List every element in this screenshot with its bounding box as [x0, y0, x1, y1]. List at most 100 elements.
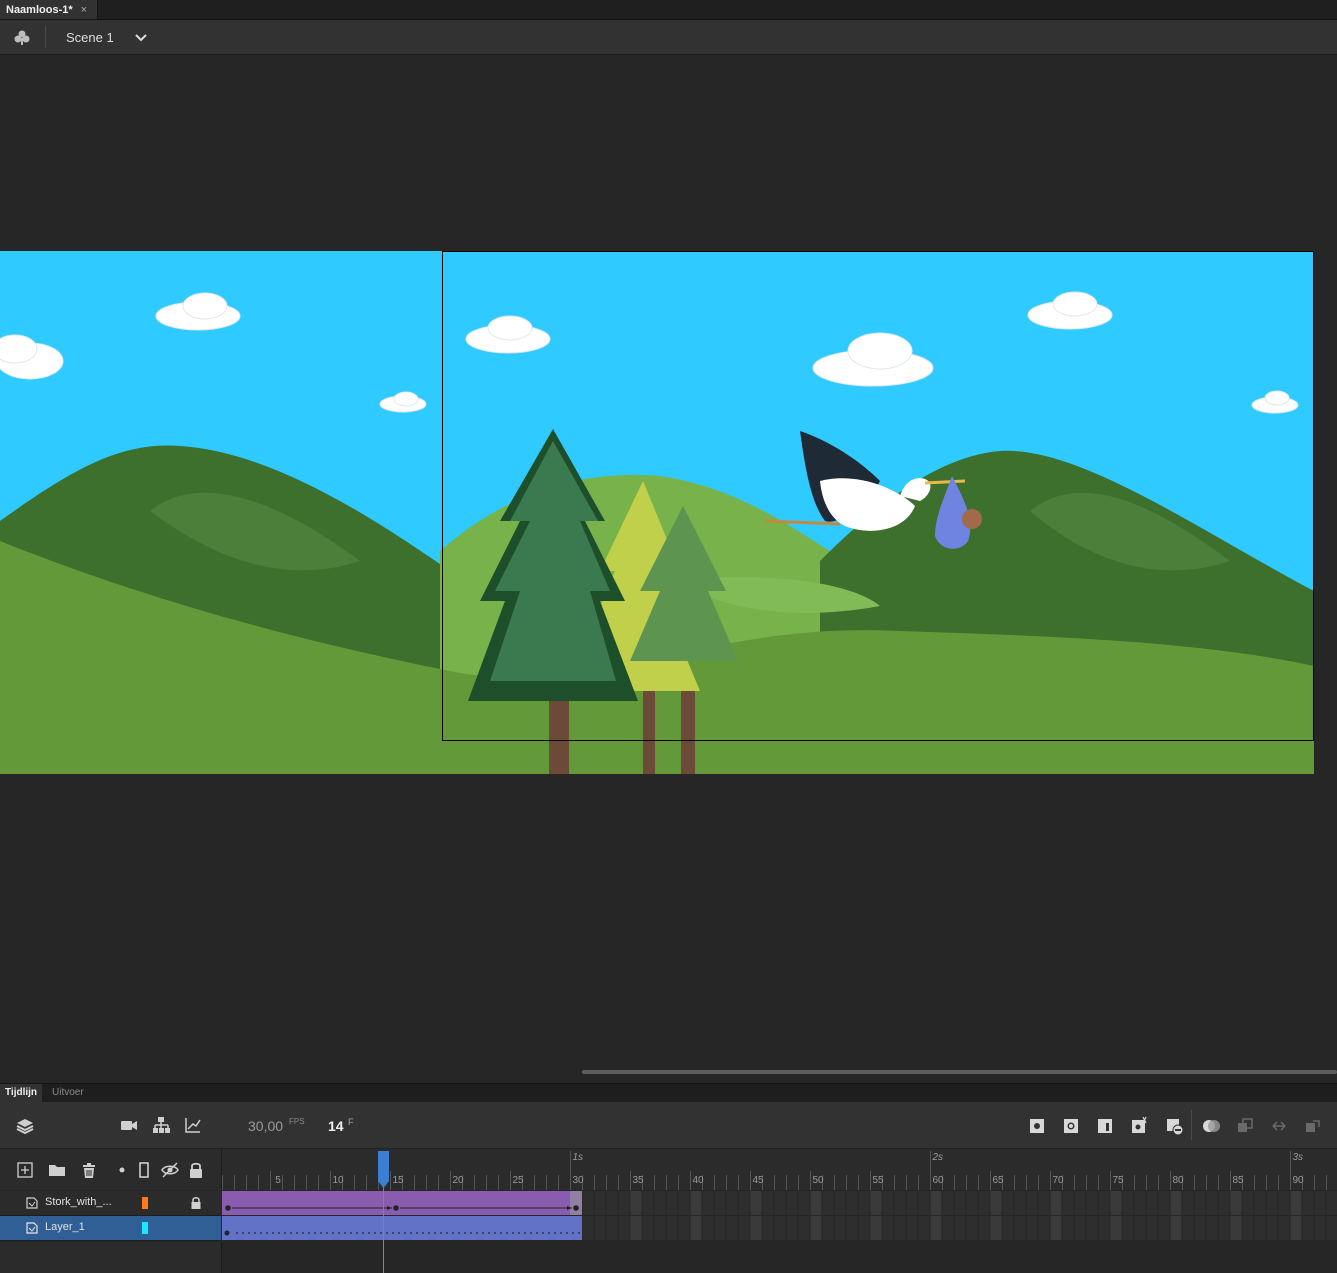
frame-dot — [488, 1232, 490, 1234]
frame-dot — [470, 1232, 472, 1234]
ruler-frame-label: 35 — [632, 1175, 644, 1186]
frame-dot — [314, 1232, 316, 1234]
ruler-frame-label: 5 — [275, 1175, 281, 1186]
ruler-second-label: 2s — [932, 1152, 944, 1163]
layer-header — [0, 1149, 222, 1190]
ruler-frame-label: 80 — [1172, 1175, 1184, 1186]
scene-clubs-icon[interactable] — [12, 28, 32, 48]
ruler-frame-label: 25 — [512, 1175, 524, 1186]
frame-dot — [278, 1232, 280, 1234]
layer-name[interactable]: Layer_1 — [45, 1221, 85, 1233]
stage-canvas[interactable] — [0, 251, 1314, 774]
ruler-frame-label: 20 — [452, 1175, 464, 1186]
frame-dot — [578, 1232, 580, 1234]
frame-dot — [434, 1232, 436, 1234]
ruler-frame-label: 40 — [692, 1175, 704, 1186]
current-frame-value[interactable]: 14 — [328, 1118, 344, 1134]
playhead-line — [383, 1186, 384, 1273]
stage-horizontal-scrollbar[interactable] — [582, 1070, 1337, 1074]
frame-dot — [386, 1232, 388, 1234]
frame-dot — [254, 1232, 256, 1234]
frame-dot — [530, 1232, 532, 1234]
layer-row-layer-1[interactable]: Layer_1 — [0, 1216, 221, 1241]
tab-output[interactable]: Uitvoer — [47, 1084, 89, 1102]
remove-frame-icon[interactable] — [1164, 1116, 1184, 1136]
layer-color-swatch[interactable] — [142, 1197, 148, 1209]
insert-blank-keyframe-icon[interactable] — [1061, 1116, 1081, 1136]
layer-parenting-icon[interactable] — [151, 1115, 171, 1135]
lock-icon[interactable] — [190, 1196, 202, 1210]
tab-timeline[interactable]: Tijdlijn — [0, 1084, 43, 1102]
layer-name[interactable]: Stork_with_... — [45, 1196, 112, 1208]
onion-skin-icon[interactable] — [1201, 1116, 1221, 1136]
frame-dot — [338, 1232, 340, 1234]
graph-icon[interactable] — [183, 1115, 203, 1135]
panel-tab-bar: Tijdlijn Uitvoer — [0, 1083, 1337, 1102]
frame-dot — [380, 1232, 382, 1234]
frame-dot — [560, 1232, 562, 1234]
sync-icon[interactable] — [1303, 1116, 1323, 1136]
ruler-frame-label: 65 — [992, 1175, 1004, 1186]
frame-dot — [536, 1232, 538, 1234]
ruler-frame-label: 45 — [752, 1175, 764, 1186]
document-tab[interactable]: Naamloos-1* × — [0, 0, 99, 19]
scene-name[interactable]: Scene 1 — [66, 30, 114, 45]
new-layer-icon[interactable] — [15, 1160, 35, 1180]
timeline-toolbar: 30,00 FPS 14 F — [0, 1102, 1337, 1149]
frame-unit: F — [348, 1117, 354, 1127]
frame-dot — [302, 1232, 304, 1234]
frame-dot — [296, 1232, 298, 1234]
close-tab-icon[interactable]: × — [81, 4, 87, 16]
layer-color-swatch[interactable] — [142, 1222, 148, 1234]
edit-bar: Scene 1 — [0, 20, 1337, 55]
document-tab-title: Naamloos-1* — [6, 3, 73, 16]
frame-dot — [404, 1232, 406, 1234]
ruler-frame-label: 60 — [932, 1175, 944, 1186]
frame-dot — [350, 1232, 352, 1234]
layer-row-stork[interactable]: Stork_with_... — [0, 1191, 221, 1216]
frame-dot — [572, 1232, 574, 1234]
frame-dot — [284, 1232, 286, 1234]
timeline-frames[interactable] — [222, 1190, 1337, 1242]
new-folder-icon[interactable] — [47, 1160, 67, 1180]
frame-dot — [464, 1232, 466, 1234]
chevron-down-icon[interactable] — [134, 30, 148, 44]
insert-frame-icon[interactable] — [1095, 1116, 1115, 1136]
frame-dot — [494, 1232, 496, 1234]
fps-value[interactable]: 30,00 — [248, 1118, 283, 1134]
layer-page-icon — [26, 1222, 38, 1234]
layers-icon[interactable] — [15, 1116, 35, 1136]
frame-dot — [428, 1232, 430, 1234]
frame-dot — [308, 1232, 310, 1234]
timeline-ruler[interactable]: 5 10 15 20 25 30 35 40 45 50 55 60 65 70 75 80 85 90 1s 2s 3… — [222, 1149, 1337, 1190]
edit-multiple-frames-icon[interactable] — [1235, 1116, 1255, 1136]
frame-dot — [266, 1232, 268, 1234]
keyframe-dot — [224, 1230, 230, 1236]
ruler-frame-label: 30 — [572, 1175, 584, 1186]
playhead[interactable] — [378, 1151, 389, 1188]
frame-dot — [458, 1232, 460, 1234]
show-hide-icon[interactable] — [160, 1160, 180, 1180]
camera-icon[interactable] — [119, 1115, 139, 1135]
frame-dot — [554, 1232, 556, 1234]
document-tab-bar: Naamloos-1* × — [0, 0, 1337, 20]
frame-dot — [524, 1232, 526, 1234]
frame-dot — [398, 1232, 400, 1234]
ruler-second-label: 1s — [573, 1152, 584, 1163]
frame-dot — [344, 1232, 346, 1234]
loop-icon[interactable] — [1269, 1116, 1289, 1136]
ruler-frame-label: 55 — [872, 1175, 884, 1186]
create-tween-icon[interactable] — [1130, 1115, 1150, 1135]
keyframe-dot — [393, 1205, 399, 1211]
insert-keyframe-icon[interactable] — [1027, 1116, 1047, 1136]
highlight-dot-icon[interactable] — [112, 1160, 132, 1180]
end-frame — [570, 1191, 582, 1215]
outline-icon[interactable] — [134, 1160, 154, 1180]
lock-icon[interactable] — [186, 1160, 206, 1180]
ruler-frame-label: 75 — [1112, 1175, 1124, 1186]
frame-dot — [452, 1232, 454, 1234]
delete-icon[interactable] — [79, 1160, 99, 1180]
keyframe-dot — [573, 1205, 579, 1211]
fps-unit: FPS — [289, 1117, 305, 1126]
frame-dot — [410, 1232, 412, 1234]
